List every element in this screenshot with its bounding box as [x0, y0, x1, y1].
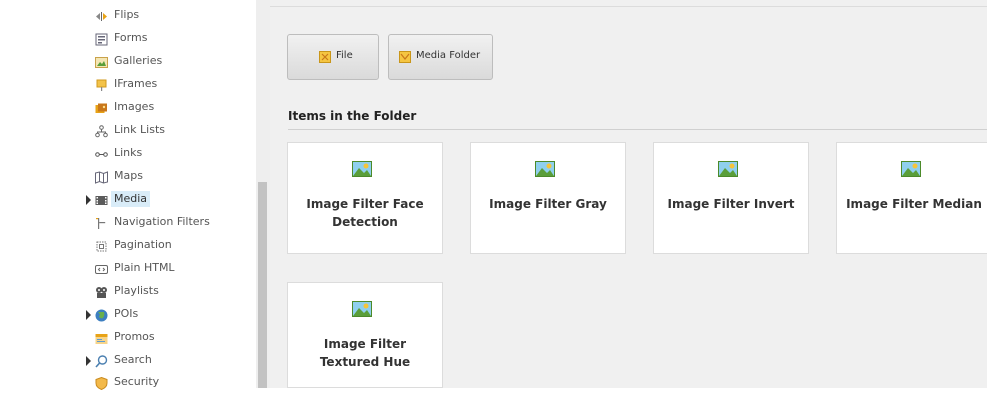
tree-item-iframes[interactable]: IFrames	[0, 74, 256, 96]
shield-icon	[95, 377, 108, 390]
image-thumbnail-icon	[352, 301, 372, 317]
tree-item-label: Pagination	[114, 238, 172, 251]
tree-item-label: Flips	[114, 8, 140, 21]
playlist-icon	[96, 287, 107, 298]
tree-item-pagination[interactable]: Pagination	[0, 235, 256, 257]
image-thumbnail-icon	[901, 161, 921, 177]
media-icon	[95, 196, 108, 205]
content-tree: Flips Forms Galleries IFrames Images Lin…	[0, 0, 256, 390]
expand-arrow-icon[interactable]	[86, 356, 91, 366]
insert-media-folder-label: Media Folder	[416, 50, 481, 61]
images-icon	[95, 103, 107, 113]
tree-item-label: Promos	[114, 330, 155, 343]
image-thumbnail-icon	[535, 161, 555, 177]
flip-icon	[96, 12, 107, 21]
tree-item-label: POIs	[114, 307, 139, 320]
tree-item-label: Galleries	[114, 54, 163, 67]
tree-item-label: IFrames	[114, 77, 158, 90]
tree-item-links[interactable]: Links	[0, 143, 256, 165]
navigation-filter-icon	[96, 218, 106, 229]
expand-arrow-icon[interactable]	[86, 195, 91, 205]
tree-item-label: Search	[114, 353, 152, 366]
tree-item-label: Media	[111, 191, 151, 207]
tree-item-navigation-filters[interactable]: Navigation Filters	[0, 212, 256, 234]
tree-item-label: Links	[114, 146, 143, 159]
folder-content-panel: File Media Folder Items in the Folder Im…	[270, 0, 987, 388]
form-icon	[95, 33, 108, 46]
divider	[270, 6, 987, 7]
divider	[288, 129, 987, 130]
globe-icon	[95, 309, 108, 322]
map-icon	[95, 171, 108, 184]
folder-item-label: Image Filter Invert	[667, 197, 795, 211]
image-thumbnail-icon	[718, 161, 738, 177]
tree-item-promos[interactable]: Promos	[0, 327, 256, 349]
promo-icon	[95, 334, 108, 344]
tree-item-images[interactable]: Images	[0, 97, 256, 119]
tree-item-forms[interactable]: Forms	[0, 28, 256, 50]
link-list-icon	[95, 125, 108, 138]
tree-item-flips[interactable]: Flips	[0, 5, 256, 27]
tree-item-media[interactable]: Media	[0, 189, 256, 211]
folder-item-label: Image Filter Gray	[489, 197, 607, 211]
folder-item-card[interactable]: Image Filter Median	[836, 142, 987, 254]
tree-item-label: Plain HTML	[114, 261, 175, 274]
tree-item-link-lists[interactable]: Link Lists	[0, 120, 256, 142]
folder-item-card[interactable]: Image Filter Gray	[470, 142, 626, 254]
tree-item-search[interactable]: Search	[0, 350, 256, 372]
tree-item-label: Navigation Filters	[114, 215, 210, 228]
tree-item-label: Maps	[114, 169, 143, 182]
insert-media-folder-button[interactable]: Media Folder	[388, 34, 493, 80]
folder-item-label: Image Filter Textured Hue	[319, 337, 411, 369]
tree-item-plain-html[interactable]: Plain HTML	[0, 258, 256, 280]
folder-item-card[interactable]: Image Filter Textured Hue	[287, 282, 443, 388]
folder-item-card[interactable]: Image Filter Invert	[653, 142, 809, 254]
pagination-icon	[96, 241, 107, 252]
sidebar-scrollbar-thumb[interactable]	[258, 182, 267, 388]
tree-item-maps[interactable]: Maps	[0, 166, 256, 188]
folder-item-label: Image Filter Face Detection	[306, 197, 424, 229]
tree-item-pois[interactable]: POIs	[0, 304, 256, 326]
plain-html-icon	[95, 265, 108, 274]
iframe-icon	[96, 79, 107, 91]
folder-item-card[interactable]: Image Filter Face Detection	[287, 142, 443, 254]
tree-item-security[interactable]: Security	[0, 372, 256, 394]
tree-item-label: Forms	[114, 31, 148, 44]
tree-item-playlists[interactable]: Playlists	[0, 281, 256, 303]
link-icon	[95, 152, 108, 157]
tree-item-label: Images	[114, 100, 155, 113]
file-icon	[319, 51, 331, 63]
expand-arrow-icon[interactable]	[86, 310, 91, 320]
tree-item-galleries[interactable]: Galleries	[0, 51, 256, 73]
section-title: Items in the Folder	[288, 109, 417, 123]
insert-file-label: File	[336, 50, 353, 61]
tree-item-label: Link Lists	[114, 123, 165, 136]
image-thumbnail-icon	[352, 161, 372, 177]
search-icon	[95, 355, 108, 368]
tree-item-label: Playlists	[114, 284, 159, 297]
insert-file-button[interactable]: File	[287, 34, 379, 80]
gallery-icon	[95, 57, 108, 68]
media-folder-icon	[399, 51, 411, 63]
folder-item-label: Image Filter Median	[846, 197, 982, 211]
